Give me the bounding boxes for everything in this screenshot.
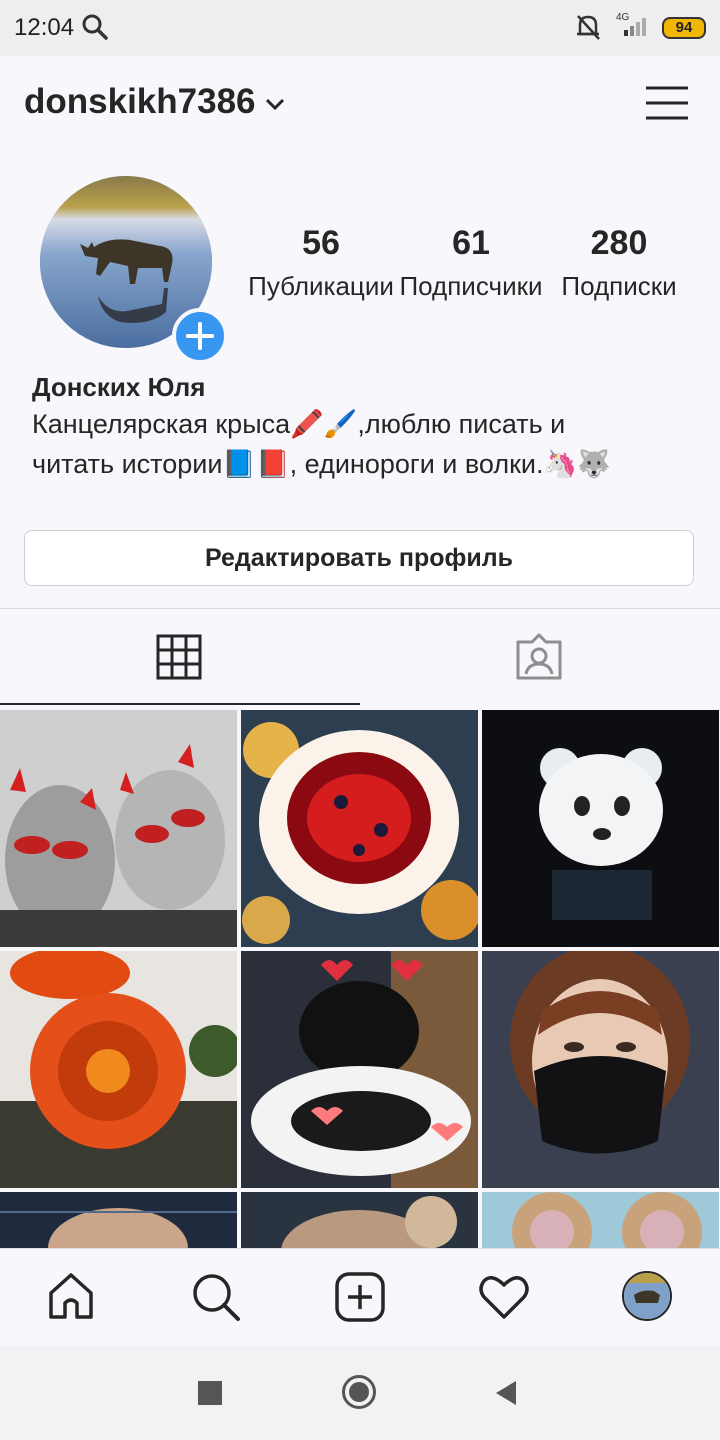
bio-line: читать истории📘📕, единороги и волки.🦄🐺 xyxy=(32,449,611,479)
orange-flowers-photo xyxy=(0,951,237,1188)
status-bar: 12:04 4G 94 xyxy=(0,0,720,56)
tagged-icon xyxy=(516,633,562,680)
stat-posts-value: 56 xyxy=(302,224,340,262)
signal-icon xyxy=(624,18,646,36)
bear-lamp-photo xyxy=(482,710,719,947)
stat-following[interactable]: 280 Подписки xyxy=(544,224,694,302)
add-story-button[interactable] xyxy=(172,308,228,364)
status-time: 12:04 xyxy=(14,14,75,41)
recents-icon[interactable] xyxy=(198,1381,222,1405)
home-icon[interactable] xyxy=(46,1271,96,1321)
username[interactable]: donskikh7386 xyxy=(24,82,256,122)
home-circle-icon[interactable] xyxy=(342,1375,376,1409)
grid-post[interactable] xyxy=(482,1192,719,1248)
system-nav-bar xyxy=(0,1345,720,1440)
bio-line: Канцелярская крыса🖍️🖌️,люблю писать и xyxy=(32,409,566,439)
grid-post[interactable] xyxy=(0,710,237,947)
search-icon xyxy=(82,14,108,40)
stat-following-value: 280 xyxy=(590,224,648,262)
berry-cake-photo xyxy=(241,710,478,947)
grid-post[interactable] xyxy=(0,951,237,1188)
stat-followers-label: Подписчики xyxy=(399,271,543,301)
partial-photo xyxy=(241,1192,478,1248)
active-tab-indicator xyxy=(0,703,360,705)
back-icon[interactable] xyxy=(492,1379,520,1407)
girl-in-mask-photo xyxy=(482,951,719,1188)
tab-tagged[interactable] xyxy=(360,610,720,702)
partial-photo xyxy=(0,1192,237,1248)
grid-post[interactable] xyxy=(241,710,478,947)
mute-bell-icon xyxy=(577,15,600,40)
add-post-icon[interactable] xyxy=(334,1271,386,1323)
partial-photo xyxy=(482,1192,719,1248)
menu-icon[interactable] xyxy=(644,84,690,124)
stat-posts[interactable]: 56 Публикации xyxy=(246,224,396,302)
bottom-nav xyxy=(0,1248,720,1345)
grid-post[interactable] xyxy=(241,951,478,1188)
grid-icon xyxy=(156,634,202,680)
stat-following-label: Подписки xyxy=(561,271,677,301)
full-name: Донских Юля xyxy=(32,372,206,402)
stat-followers-value: 61 xyxy=(452,224,490,262)
grid-post[interactable] xyxy=(482,710,719,947)
profile-avatar[interactable] xyxy=(622,1271,672,1321)
battery-icon: 94 xyxy=(662,17,706,39)
heart-icon[interactable] xyxy=(478,1273,530,1321)
search-icon[interactable] xyxy=(190,1271,242,1323)
plus-icon xyxy=(186,322,214,350)
stat-followers[interactable]: 61 Подписчики xyxy=(396,224,546,302)
grid-post[interactable] xyxy=(482,951,719,1188)
tab-grid[interactable] xyxy=(0,610,360,702)
stat-posts-label: Публикации xyxy=(248,271,394,301)
devil-horns-selfie-photo xyxy=(0,710,237,947)
wolf-photo xyxy=(624,1273,670,1319)
grid-post[interactable] xyxy=(0,1192,237,1248)
divider xyxy=(0,608,720,609)
grid-post[interactable] xyxy=(241,1192,478,1248)
edit-profile-button[interactable]: Редактировать профиль xyxy=(24,530,694,586)
cat-with-hearts-photo xyxy=(241,951,478,1188)
chevron-down-icon[interactable] xyxy=(264,96,286,112)
